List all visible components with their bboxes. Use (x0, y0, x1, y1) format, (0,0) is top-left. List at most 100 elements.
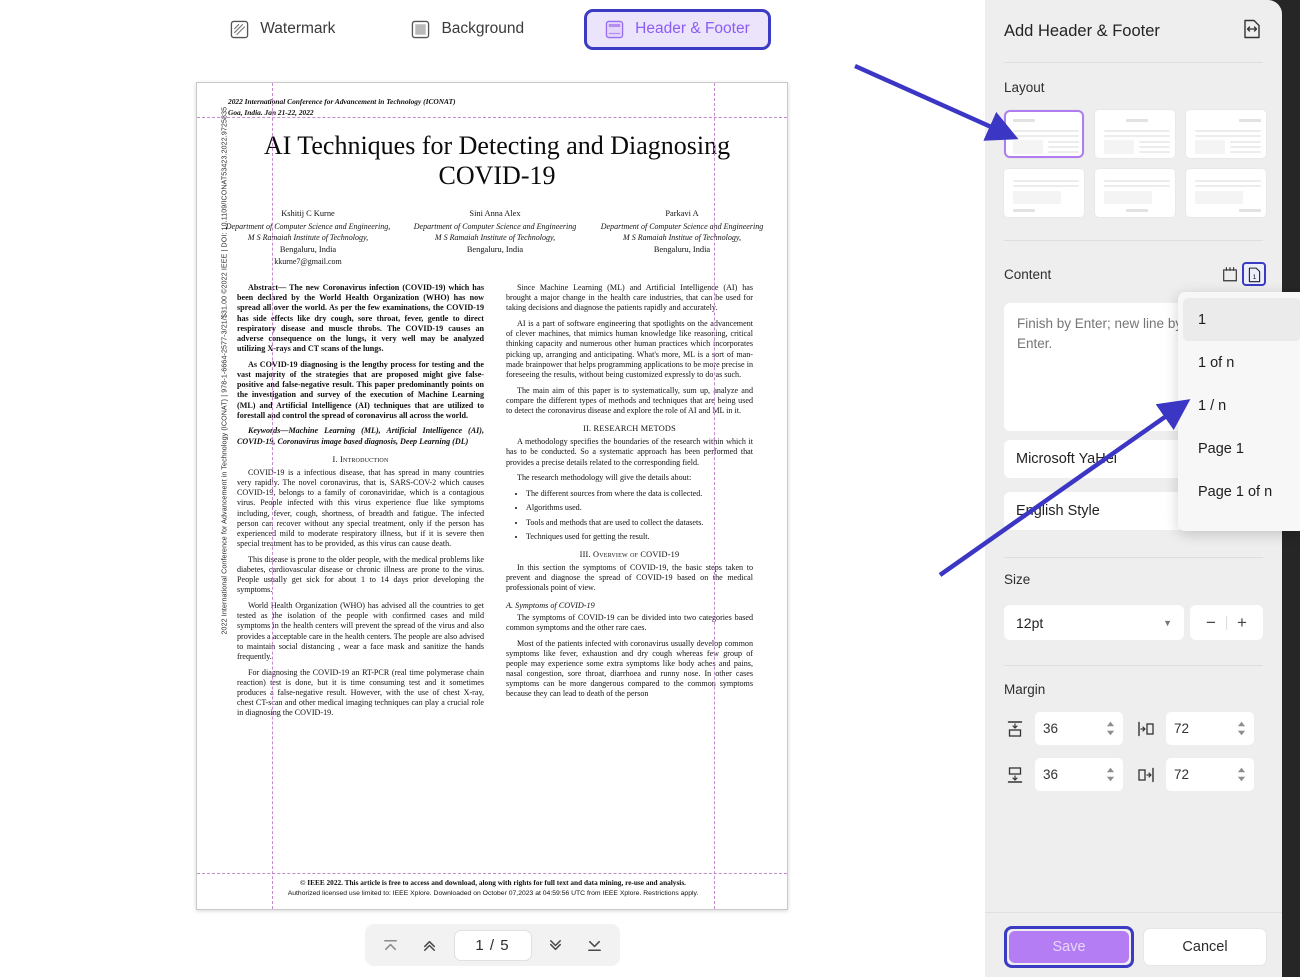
header-footer-icon (605, 20, 624, 38)
tab-watermark[interactable]: Watermark (214, 11, 351, 48)
conference-line-1: 2022 International Conference for Advanc… (228, 97, 456, 106)
svg-text:1: 1 (1252, 273, 1256, 280)
margin-left-group: 72 (1135, 712, 1266, 745)
page-footnote: © IEEE 2022. This article is free to acc… (223, 878, 763, 899)
font-size-value: 12pt (1016, 614, 1044, 631)
author-city: Bengaluru, India (466, 244, 524, 254)
cancel-button[interactable]: Cancel (1143, 928, 1267, 966)
footnote-line-2: Authorized licensed use limited to: IEEE… (287, 889, 699, 897)
dropdown-item-page-1-of-n[interactable]: Page 1 of n (1178, 470, 1300, 513)
methods-paragraph-1: A methodology specifies the boundaries o… (506, 437, 753, 467)
author-entry: Parkavi A Department of Computer Science… (593, 208, 771, 268)
divider (985, 912, 1282, 913)
panel-footer: Save Cancel (985, 912, 1282, 977)
mode-tabs: Watermark Background Header & Footer (0, 0, 985, 58)
divider (1004, 62, 1263, 63)
ieee-side-stamp: 2022 International Conference for Advanc… (220, 106, 229, 635)
dropdown-item-1-slash-n[interactable]: 1 / n (1178, 384, 1300, 427)
page-indicator[interactable]: 1 / 5 (453, 929, 532, 961)
margin-section-label: Margin (1004, 682, 1046, 697)
layout-option-header-center[interactable] (1095, 110, 1175, 158)
right-paragraph-2: AI is a part of software engineering tha… (506, 319, 753, 379)
tab-background[interactable]: Background (395, 11, 540, 48)
methods-paragraph-2: The research methodology will give the d… (517, 473, 692, 483)
paper-title: AI Techniques for Detecting and Diagnosi… (263, 131, 731, 191)
margin-controls: 36 72 36 72 (1004, 712, 1266, 804)
tab-header-footer[interactable]: Header & Footer (584, 8, 771, 50)
margin-top-spinner[interactable] (1106, 721, 1115, 736)
calendar-date-icon[interactable] (1218, 262, 1242, 286)
keywords-paragraph: Keywords—Machine Learning (ML), Artifici… (237, 426, 484, 446)
layout-option-header-left[interactable] (1004, 110, 1084, 158)
overview-paragraph-1: In this section the symptoms of COVID-19… (506, 563, 753, 593)
margin-left-field[interactable]: 72 (1166, 712, 1254, 745)
margin-right-field[interactable]: 72 (1166, 758, 1254, 791)
conference-header: 2022 International Conference for Advanc… (228, 97, 456, 118)
document-page[interactable]: 2022 International Conference for Advanc… (196, 82, 788, 910)
layout-section-label: Layout (1004, 80, 1045, 95)
margin-left-value: 72 (1174, 721, 1190, 736)
first-page-icon[interactable] (376, 931, 406, 959)
divider (1004, 557, 1263, 558)
tab-watermark-label: Watermark (260, 20, 336, 37)
dropdown-item-1-of-n[interactable]: 1 of n (1178, 341, 1300, 384)
font-family-value: Microsoft YaHei (1016, 451, 1117, 467)
margin-right-spinner[interactable] (1237, 767, 1246, 782)
body-columns: Abstract— The new Coronavirus infection … (237, 283, 753, 883)
save-button[interactable]: Save (1009, 931, 1129, 963)
list-item: Techniques used for getting the result. (526, 532, 753, 542)
page-number-icon[interactable]: 1 (1242, 262, 1266, 286)
content-section-label: Content (1004, 266, 1052, 282)
margin-left-spinner[interactable] (1237, 721, 1246, 736)
margin-bottom-spinner[interactable] (1106, 767, 1115, 782)
next-page-icon[interactable] (541, 931, 571, 959)
layout-option-footer-center[interactable] (1095, 169, 1175, 217)
margin-bottom-group: 36 (1004, 758, 1135, 791)
author-city: Bengaluru, India (279, 244, 337, 254)
abstract-paragraph: Abstract— The new Coronavirus infection … (237, 283, 484, 354)
author-city: Bengaluru, India (653, 244, 711, 254)
watermark-icon (230, 20, 249, 38)
document-viewer: Watermark Background Header & Footer 202… (0, 0, 985, 977)
symptoms-paragraph-1: The symptoms of COVID-19 can be divided … (506, 612, 753, 632)
subsection-heading-symptoms: A. Symptoms of COVID-19 (506, 600, 595, 610)
last-page-icon[interactable] (580, 931, 610, 959)
margin-bottom-field[interactable]: 36 (1035, 758, 1123, 791)
layout-option-footer-right[interactable] (1186, 169, 1266, 217)
left-column: Abstract— The new Coronavirus infection … (237, 283, 484, 883)
divider (1004, 665, 1263, 666)
content-section-header: Content 1 (1004, 262, 1266, 286)
panel-title: Add Header & Footer (1004, 21, 1160, 40)
font-style-value: English Style (1016, 503, 1100, 519)
margin-left-icon (1135, 718, 1157, 740)
author-affiliation: Department of Computer Science and Engin… (413, 221, 577, 231)
author-affiliation: Department of Computer Science and Engin… (225, 221, 391, 231)
list-item: Algorithms used. (526, 503, 753, 513)
previous-page-icon[interactable] (415, 931, 445, 959)
section-heading-research-methods: II. RESEARCH METODS (583, 424, 676, 434)
font-size-stepper: − + (1190, 605, 1263, 640)
margin-top-field[interactable]: 36 (1035, 712, 1123, 745)
decrease-size-button[interactable]: − (1196, 613, 1226, 633)
list-item: Tools and methods that are used to colle… (526, 518, 753, 528)
intro-paragraph-3: World Health Organization (WHO) has advi… (237, 601, 484, 661)
abstract-paragraph-2: As COVID-19 diagnosing is the lengthy pr… (237, 359, 484, 420)
author-email: kkurne7@gmail.com (274, 257, 342, 267)
margin-bottom-value: 36 (1043, 767, 1059, 782)
layout-option-footer-left[interactable] (1004, 169, 1084, 217)
increase-size-button[interactable]: + (1227, 613, 1257, 633)
right-paragraph-3: The main aim of this paper is to systema… (506, 385, 753, 416)
margin-top-group: 36 (1004, 712, 1135, 745)
page-navigation-bar: 1 / 5 (365, 924, 620, 966)
divider (1004, 240, 1263, 241)
right-column: Since Machine Learning (ML) and Artifici… (506, 283, 753, 883)
expand-page-icon[interactable] (1241, 18, 1263, 45)
dropdown-item-1[interactable]: 1 (1183, 298, 1300, 341)
layout-options (1004, 110, 1266, 217)
dropdown-item-page-1[interactable]: Page 1 (1178, 427, 1300, 470)
intro-paragraph-4: For diagnosing the COVID-19 an RT-PCR (r… (237, 667, 484, 718)
intro-paragraph-1: COVID-19 is a infectious disease, that h… (237, 467, 484, 549)
font-size-select[interactable]: 12pt ▼ (1004, 605, 1184, 640)
tab-header-footer-label: Header & Footer (635, 20, 750, 37)
layout-option-header-right[interactable] (1186, 110, 1266, 158)
